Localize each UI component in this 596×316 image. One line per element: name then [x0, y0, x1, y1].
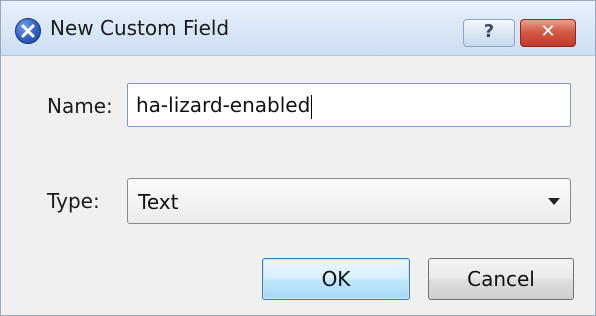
help-button[interactable]: ? — [463, 19, 515, 47]
help-icon: ? — [483, 21, 495, 42]
ok-button[interactable]: OK — [262, 258, 410, 300]
name-input-value: ha-lizard-enabled — [136, 93, 311, 117]
dialog-window: New Custom Field ? ✕ Name: ha-lizard-ena… — [0, 0, 596, 316]
close-button[interactable]: ✕ — [520, 19, 576, 47]
text-caret — [311, 94, 313, 119]
chevron-down-icon[interactable] — [548, 198, 560, 205]
close-icon: ✕ — [540, 21, 556, 42]
dialog-title: New Custom Field — [50, 16, 230, 40]
type-select[interactable]: Text — [127, 178, 571, 224]
name-input[interactable]: ha-lizard-enabled — [127, 83, 571, 127]
type-select-value: Text — [138, 190, 179, 214]
name-label: Name: — [47, 94, 113, 118]
title-bar[interactable]: New Custom Field ? ✕ — [1, 1, 595, 56]
type-label: Type: — [47, 189, 100, 213]
x-app-icon — [15, 18, 41, 44]
cancel-button[interactable]: Cancel — [428, 258, 574, 300]
